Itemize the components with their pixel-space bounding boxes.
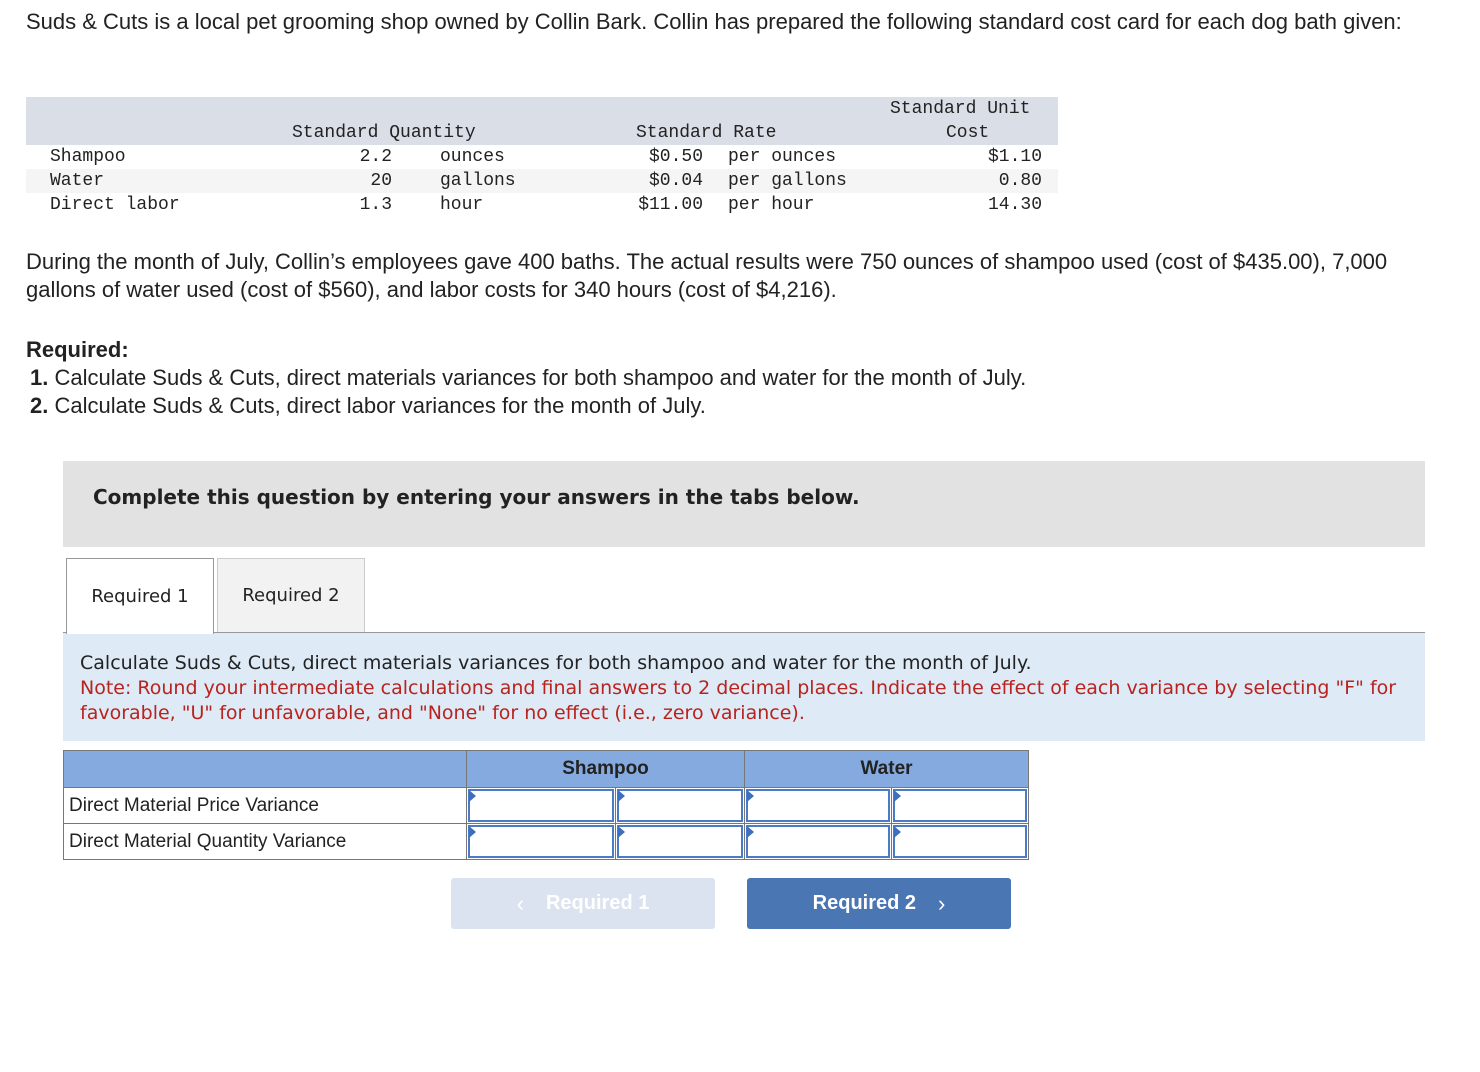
tab-required-2[interactable]: Required 2 bbox=[217, 558, 365, 632]
item-number: 1. bbox=[30, 365, 49, 390]
item-number: 2. bbox=[30, 393, 49, 418]
input-flag-icon bbox=[469, 826, 476, 838]
table-row: Direct Material Quantity Variance bbox=[63, 823, 1029, 860]
quantity: 1.3 bbox=[359, 195, 392, 215]
next-button-label: Required 2 bbox=[812, 892, 917, 914]
required-item-2: 2. Calculate Suds & Cuts, direct labor v… bbox=[26, 392, 1446, 420]
input-flag-icon bbox=[469, 790, 476, 802]
required-section: Required: 1. Calculate Suds & Cuts, dire… bbox=[26, 336, 1446, 420]
unit-cost: 14.30 bbox=[987, 195, 1042, 215]
header-standard-unit-cost-line2: Cost bbox=[946, 123, 990, 143]
table-header-row: Shampoo Water bbox=[63, 750, 1029, 788]
header-standard-unit-cost: Standard Unit bbox=[890, 99, 1031, 119]
unit-cost: $1.10 bbox=[987, 147, 1042, 167]
water-quantity-variance-amount-input[interactable] bbox=[744, 823, 892, 860]
rate: $0.50 bbox=[648, 147, 703, 167]
unit: gallons bbox=[440, 171, 516, 191]
question-panel: Calculate Suds & Cuts, direct materials … bbox=[63, 633, 1425, 741]
unit: hour bbox=[440, 195, 484, 215]
next-required-2-button[interactable]: Required 2 › bbox=[747, 878, 1011, 929]
shampoo-price-variance-effect-select[interactable] bbox=[615, 787, 745, 824]
shampoo-price-variance-amount-input[interactable] bbox=[466, 787, 616, 824]
rate-unit: per gallons bbox=[728, 171, 847, 191]
header-standard-rate: Standard Rate bbox=[636, 123, 777, 143]
water-price-variance-amount-input[interactable] bbox=[744, 787, 892, 824]
row-label-price-variance: Direct Material Price Variance bbox=[63, 787, 467, 824]
input-flag-icon bbox=[747, 826, 754, 838]
standard-cost-card: Standard Quantity Standard Rate Standard… bbox=[26, 97, 1058, 217]
water-price-variance-effect-select[interactable] bbox=[891, 787, 1029, 824]
instructions-text: Complete this question by entering your … bbox=[93, 485, 860, 509]
header-blank bbox=[63, 750, 467, 788]
water-quantity-variance-effect-select[interactable] bbox=[891, 823, 1029, 860]
item-name: Water bbox=[50, 171, 105, 191]
item-text: Calculate Suds & Cuts, direct labor vari… bbox=[48, 393, 706, 418]
variance-answer-table: Shampoo Water Direct Material Price Vari… bbox=[63, 750, 1029, 860]
rate: $11.00 bbox=[638, 195, 703, 215]
shampoo-quantity-variance-effect-select[interactable] bbox=[615, 823, 745, 860]
item-text: Calculate Suds & Cuts, direct materials … bbox=[48, 365, 1027, 390]
rate-unit: per hour bbox=[728, 195, 815, 215]
required-item-1: 1. Calculate Suds & Cuts, direct materia… bbox=[26, 364, 1446, 392]
unit: ounces bbox=[440, 147, 505, 167]
input-flag-icon bbox=[747, 790, 754, 802]
question-prompt: Calculate Suds & Cuts, direct materials … bbox=[80, 652, 1032, 674]
input-flag-icon bbox=[894, 826, 901, 838]
row-label-quantity-variance: Direct Material Quantity Variance bbox=[63, 823, 467, 860]
rate-unit: per ounces bbox=[728, 147, 837, 167]
unit-cost: 0.80 bbox=[998, 171, 1042, 191]
quantity: 2.2 bbox=[359, 147, 392, 167]
header-water: Water bbox=[744, 750, 1029, 788]
header-standard-quantity: Standard Quantity bbox=[292, 123, 476, 143]
input-flag-icon bbox=[894, 790, 901, 802]
cost-card-header: Standard Quantity Standard Rate Standard… bbox=[26, 97, 1058, 145]
intro-text: Suds & Cuts is a local pet grooming shop… bbox=[26, 9, 1402, 34]
chevron-left-icon: ‹ bbox=[516, 890, 524, 916]
instructions-banner: Complete this question by entering your … bbox=[63, 461, 1425, 547]
shampoo-quantity-variance-amount-input[interactable] bbox=[466, 823, 616, 860]
tab-required-1[interactable]: Required 1 bbox=[66, 558, 214, 634]
quantity: 20 bbox=[370, 171, 392, 191]
item-name: Direct labor bbox=[50, 195, 180, 215]
chevron-right-icon: › bbox=[938, 890, 946, 916]
header-shampoo: Shampoo bbox=[466, 750, 745, 788]
cost-row-shampoo: Shampoo 2.2 ounces $0.50 per ounces $1.1… bbox=[26, 145, 1058, 169]
cost-row-water: Water 20 gallons $0.04 per gallons 0.80 bbox=[26, 169, 1058, 193]
prev-required-1-button[interactable]: ‹ Required 1 bbox=[451, 878, 715, 929]
item-name: Shampoo bbox=[50, 147, 126, 167]
input-flag-icon bbox=[618, 826, 625, 838]
question-note: Note: Round your intermediate calculatio… bbox=[80, 677, 1397, 724]
rate: $0.04 bbox=[648, 171, 703, 191]
required-heading: Required: bbox=[26, 337, 129, 362]
table-row: Direct Material Price Variance bbox=[63, 787, 1029, 824]
prev-button-label: Required 1 bbox=[545, 892, 650, 914]
july-results-text: During the month of July, Collin’s emplo… bbox=[26, 249, 1388, 302]
input-flag-icon bbox=[618, 790, 625, 802]
cost-row-direct-labor: Direct labor 1.3 hour $11.00 per hour 14… bbox=[26, 193, 1058, 217]
